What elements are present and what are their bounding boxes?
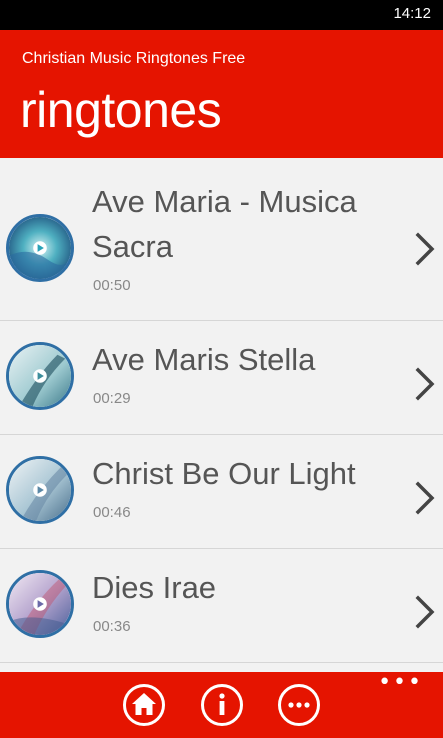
ringtone-row[interactable]: Dies Irae 00:36	[0, 549, 443, 663]
song-duration: 00:46	[93, 504, 131, 521]
song-duration: 00:50	[93, 277, 131, 294]
play-thumbnail-icon[interactable]	[6, 214, 74, 282]
clock: 14:12	[393, 5, 431, 22]
chevron-right-icon[interactable]	[414, 232, 436, 266]
app-bar-more-button[interactable]: •••	[378, 672, 423, 694]
song-title-line2: Sacra	[92, 229, 173, 264]
ringtone-list[interactable]: Ave Maria - Musica Sacra 00:50 Ave Maris…	[0, 158, 443, 672]
song-title: Ave Maris Stella	[92, 342, 316, 377]
play-thumbnail-icon[interactable]	[6, 342, 74, 410]
play-thumbnail-icon[interactable]	[6, 456, 74, 524]
more-icon[interactable]	[277, 683, 321, 727]
ringtone-row[interactable]: Christ Be Our Light 00:46	[0, 435, 443, 549]
chevron-right-icon[interactable]	[414, 595, 436, 629]
ringtone-row[interactable]: Ave Maria - Musica Sacra 00:50	[0, 158, 443, 321]
ringtone-row[interactable]: Ave Maris Stella 00:29	[0, 321, 443, 435]
play-thumbnail-icon[interactable]	[6, 570, 74, 638]
info-icon[interactable]	[200, 683, 244, 727]
home-icon[interactable]	[122, 683, 166, 727]
page-title: ringtones	[20, 82, 222, 138]
app-title: Christian Music Ringtones Free	[22, 50, 246, 67]
chevron-right-icon[interactable]	[414, 481, 436, 515]
song-duration: 00:29	[93, 390, 131, 407]
chevron-right-icon[interactable]	[414, 367, 436, 401]
app-bar: •••	[0, 672, 443, 738]
song-title-line1: Ave Maria - Musica	[92, 184, 357, 219]
status-bar: 14:12	[0, 0, 443, 30]
song-duration: 00:36	[93, 618, 131, 635]
song-title: Christ Be Our Light	[92, 456, 356, 491]
song-title: Dies Irae	[92, 570, 217, 605]
header: Christian Music Ringtones Free ringtones	[0, 30, 443, 158]
